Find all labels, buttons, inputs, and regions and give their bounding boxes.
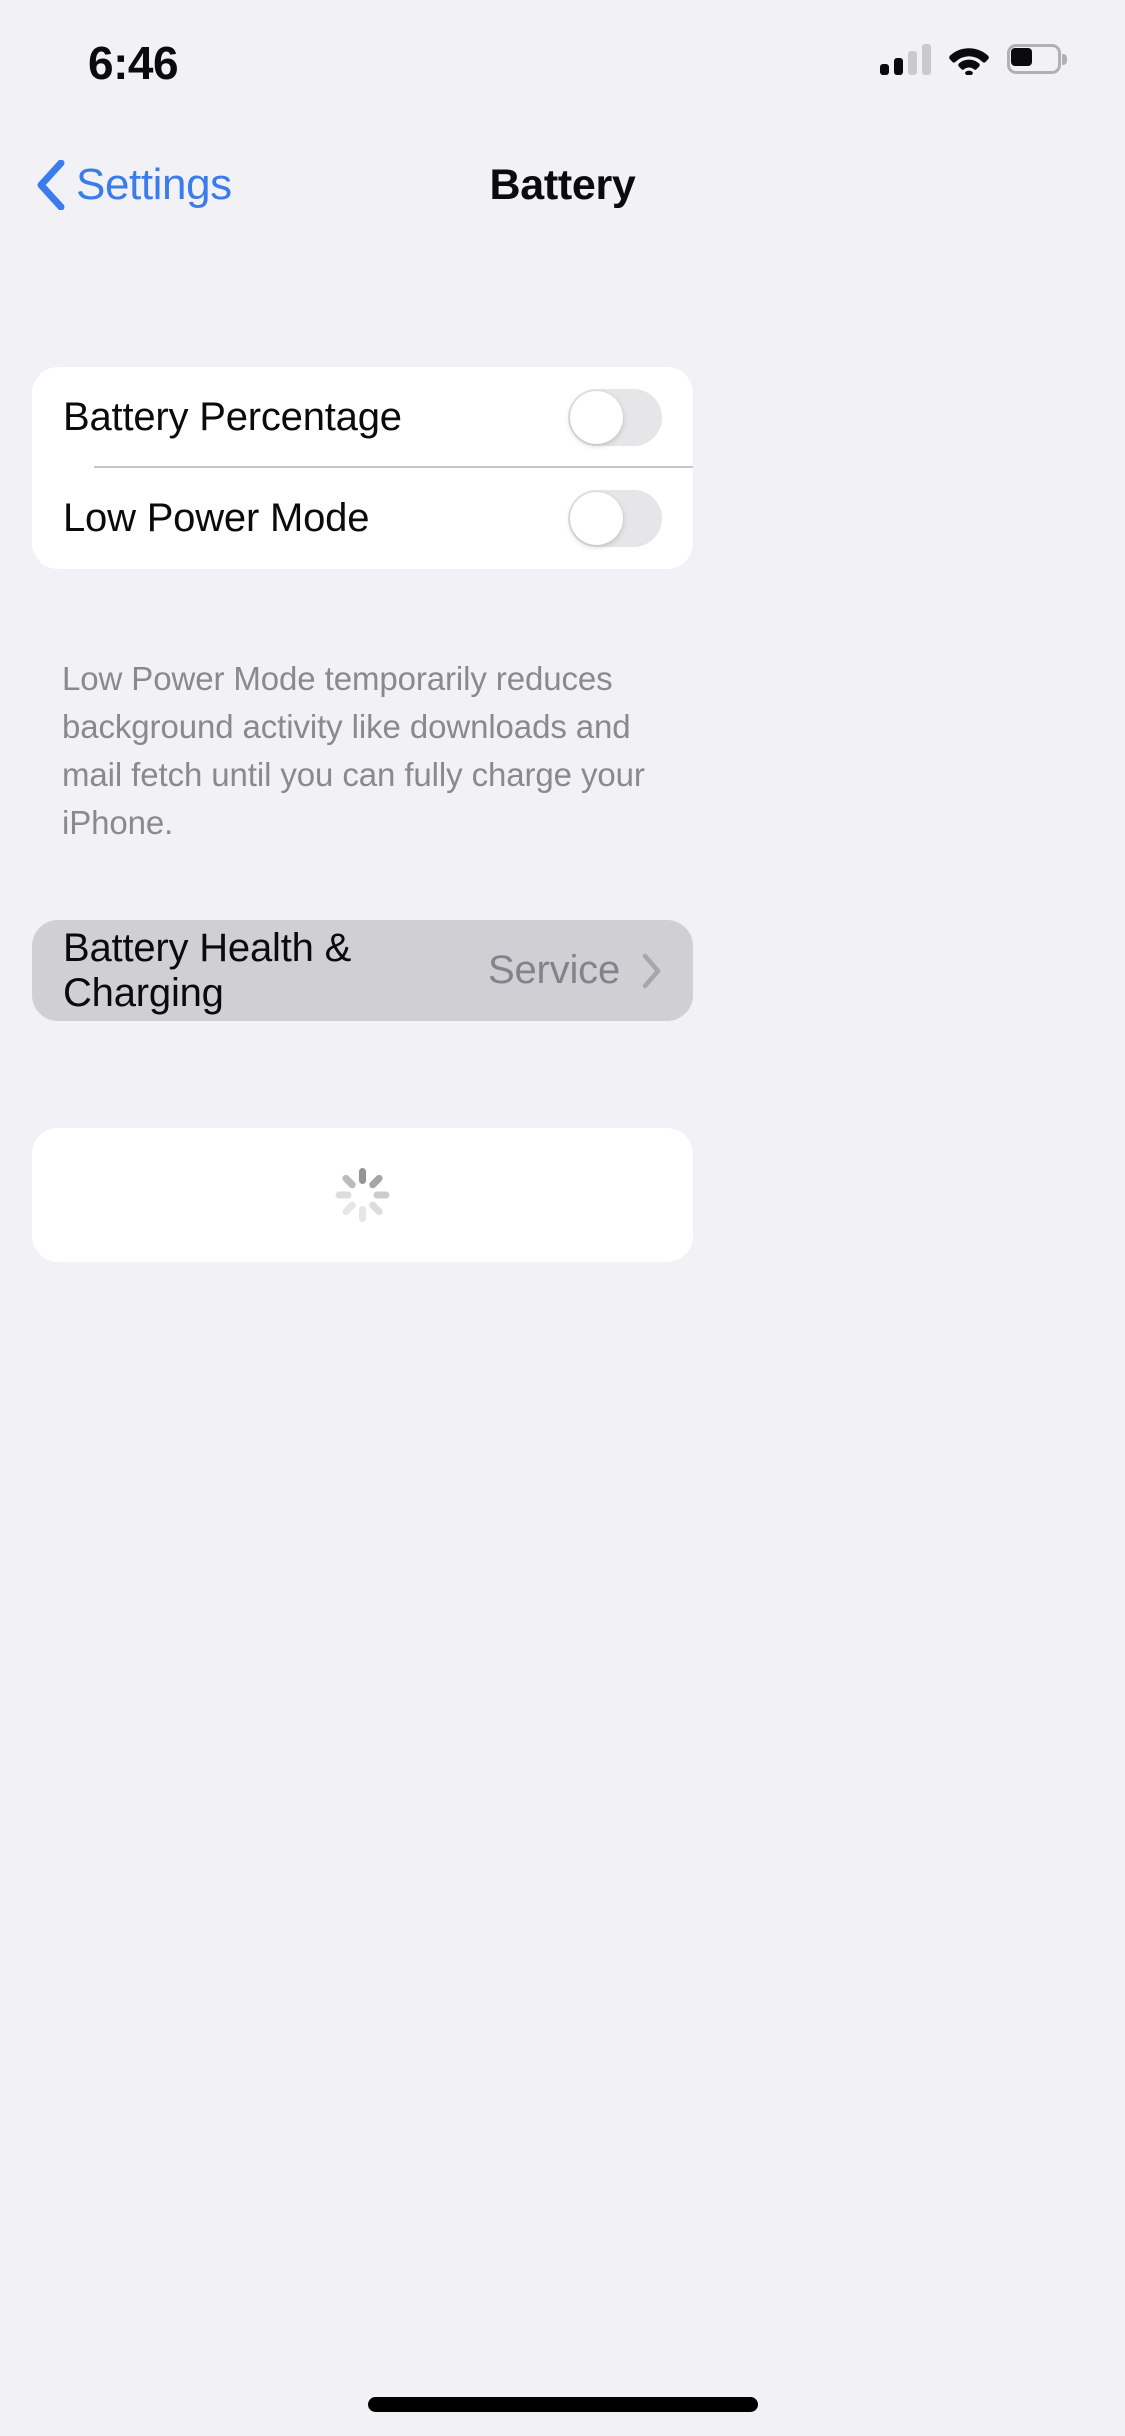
status-bar-indicators: [880, 36, 1067, 82]
battery-toggles-card: Battery Percentage Low Power Mode: [32, 367, 693, 569]
battery-health-card[interactable]: Battery Health & Charging Service: [32, 920, 693, 1021]
home-indicator[interactable]: [367, 2397, 758, 2412]
battery-health-value: Service: [488, 948, 620, 992]
battery-icon: [1007, 44, 1067, 74]
activity-indicator-icon: [335, 1168, 390, 1222]
cellular-signal-icon: [880, 43, 931, 75]
battery-health-label: Battery Health & Charging: [63, 925, 352, 1015]
wifi-icon: [949, 48, 989, 75]
low-power-mode-description: Low Power Mode temporarily reduces backg…: [62, 660, 645, 841]
status-bar: 6:46: [0, 0, 1125, 132]
page-title: Battery: [489, 160, 636, 209]
toggle-knob: [570, 391, 623, 444]
battery-health-row[interactable]: Battery Health & Charging Service: [32, 920, 693, 1021]
battery-fill-level: [1011, 48, 1032, 66]
chevron-right-icon: [642, 953, 661, 988]
battery-health-value-group: Service: [488, 948, 662, 993]
battery-percentage-row[interactable]: Battery Percentage: [32, 367, 693, 468]
battery-usage-loading-card: [32, 1128, 693, 1262]
low-power-mode-toggle[interactable]: [568, 490, 662, 547]
navigation-bar: Settings Battery: [0, 132, 1125, 238]
status-bar-time: 6:46: [88, 37, 179, 89]
toggle-knob: [570, 492, 623, 545]
battery-cap: [1062, 54, 1067, 65]
battery-percentage-label: Battery Percentage: [63, 395, 402, 439]
low-power-mode-row[interactable]: Low Power Mode: [32, 468, 693, 569]
low-power-mode-label: Low Power Mode: [63, 496, 370, 540]
battery-percentage-toggle[interactable]: [568, 389, 662, 446]
iphone-screen: 6:46 Settings Battery Battery Percentage…: [0, 0, 1125, 2436]
